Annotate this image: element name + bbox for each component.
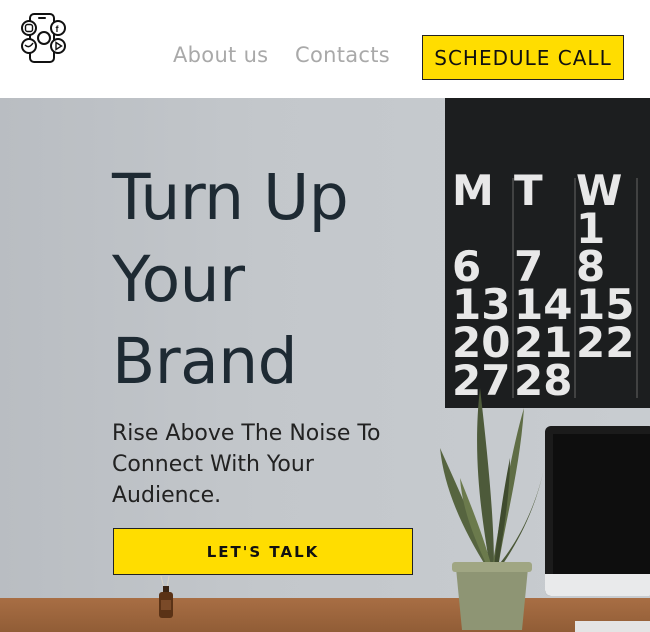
calendar-day: M [452,166,494,215]
calendar-date: 22 [576,318,635,367]
schedule-call-button[interactable]: SCHEDULE CALL [422,35,624,80]
hero-section: M T W 1 6 7 8 13 14 15 20 21 22 27 28 Tu… [0,98,650,632]
monitor-screen [553,434,650,574]
keyboard-image [575,621,650,632]
hero-title: Turn Up Your Brand [112,157,432,403]
calendar-row: 1 [452,208,650,250]
hero-title-line: Brand [112,325,298,398]
calendar-day: T [514,166,543,215]
lets-talk-button[interactable]: LET'S TALK [113,528,413,575]
lets-talk-label: LET'S TALK [206,542,320,561]
hero-title-line: Your [112,243,245,316]
calendar-text: M T W 1 6 7 8 13 14 15 20 21 22 27 28 [452,166,650,402]
calendar-date [576,362,638,400]
nav-about-link[interactable]: About us [173,43,268,67]
monitor-chin [545,574,650,596]
schedule-call-label: SCHEDULE CALL [434,45,612,70]
site-header: f About us Contacts SCHEDULE CALL [0,0,650,98]
monitor-image [545,426,650,596]
plant-image [440,388,544,630]
nav-contacts-link[interactable]: Contacts [295,43,390,67]
hero-title-line: Turn Up [112,161,349,234]
hero-subtitle: Rise Above The Noise To Connect With You… [112,421,381,508]
desk-surface [0,598,650,632]
social-phone-logo-icon[interactable]: f [18,12,72,66]
bottle-image [159,576,173,618]
calendar-days-row: M T W [452,166,650,215]
